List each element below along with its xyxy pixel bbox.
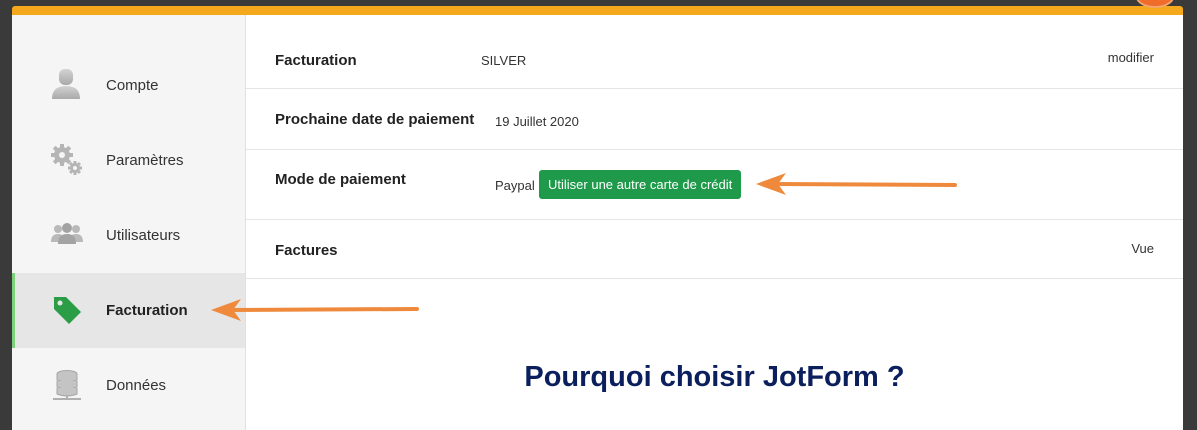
invoices-row: Factures Vue xyxy=(246,220,1183,279)
sidebar-item-label: Facturation xyxy=(106,302,188,319)
payment-method-label: Mode de paiement xyxy=(275,171,406,188)
top-bar xyxy=(0,0,1197,16)
active-indicator xyxy=(12,273,15,348)
accent-stripe xyxy=(12,6,1183,15)
plan-row: Facturation SILVER modifier xyxy=(246,15,1183,89)
sidebar-item-utilisateurs[interactable]: Utilisateurs xyxy=(12,198,245,273)
next-payment-value: 19 Juillet 2020 xyxy=(495,114,579,129)
price-tag-icon xyxy=(50,293,84,327)
sidebar: Compte Paramètres Utilisateurs Facturati… xyxy=(12,15,246,430)
billing-panel: Facturation SILVER modifier Prochaine da… xyxy=(246,15,1183,430)
gears-icon xyxy=(50,143,84,177)
use-other-card-button[interactable]: Utiliser une autre carte de crédit xyxy=(539,170,742,199)
sidebar-item-label: Paramètres xyxy=(106,152,184,169)
modify-plan-link[interactable]: modifier xyxy=(1108,50,1154,65)
sidebar-item-parametres[interactable]: Paramètres xyxy=(12,123,245,198)
sidebar-item-label: Compte xyxy=(106,77,159,94)
annotation-arrow-sidebar xyxy=(211,299,419,321)
plan-label: Facturation xyxy=(275,52,357,69)
user-icon xyxy=(50,68,84,102)
next-payment-label: Prochaine date de paiement xyxy=(275,111,475,128)
invoices-label: Factures xyxy=(275,242,338,259)
next-payment-row: Prochaine date de paiement 19 Juillet 20… xyxy=(246,89,1183,150)
promo-title: Pourquoi choisir JotForm ? xyxy=(524,361,905,393)
sidebar-item-compte[interactable]: Compte xyxy=(12,48,245,123)
users-icon xyxy=(50,218,84,252)
plan-value: SILVER xyxy=(481,53,527,68)
sidebar-item-label: Utilisateurs xyxy=(106,227,181,244)
view-invoices-link[interactable]: Vue xyxy=(1131,241,1154,256)
database-icon xyxy=(50,368,84,402)
annotation-arrow-button xyxy=(756,173,957,195)
settings-window: Compte Paramètres Utilisateurs Facturati… xyxy=(12,15,1183,430)
payment-method-value: Paypal xyxy=(495,178,535,193)
sidebar-item-label: Données xyxy=(106,377,167,394)
payment-method-row: Mode de paiement Paypal Utiliser une aut… xyxy=(246,150,1183,220)
sidebar-item-donnees[interactable]: Données xyxy=(12,348,245,423)
